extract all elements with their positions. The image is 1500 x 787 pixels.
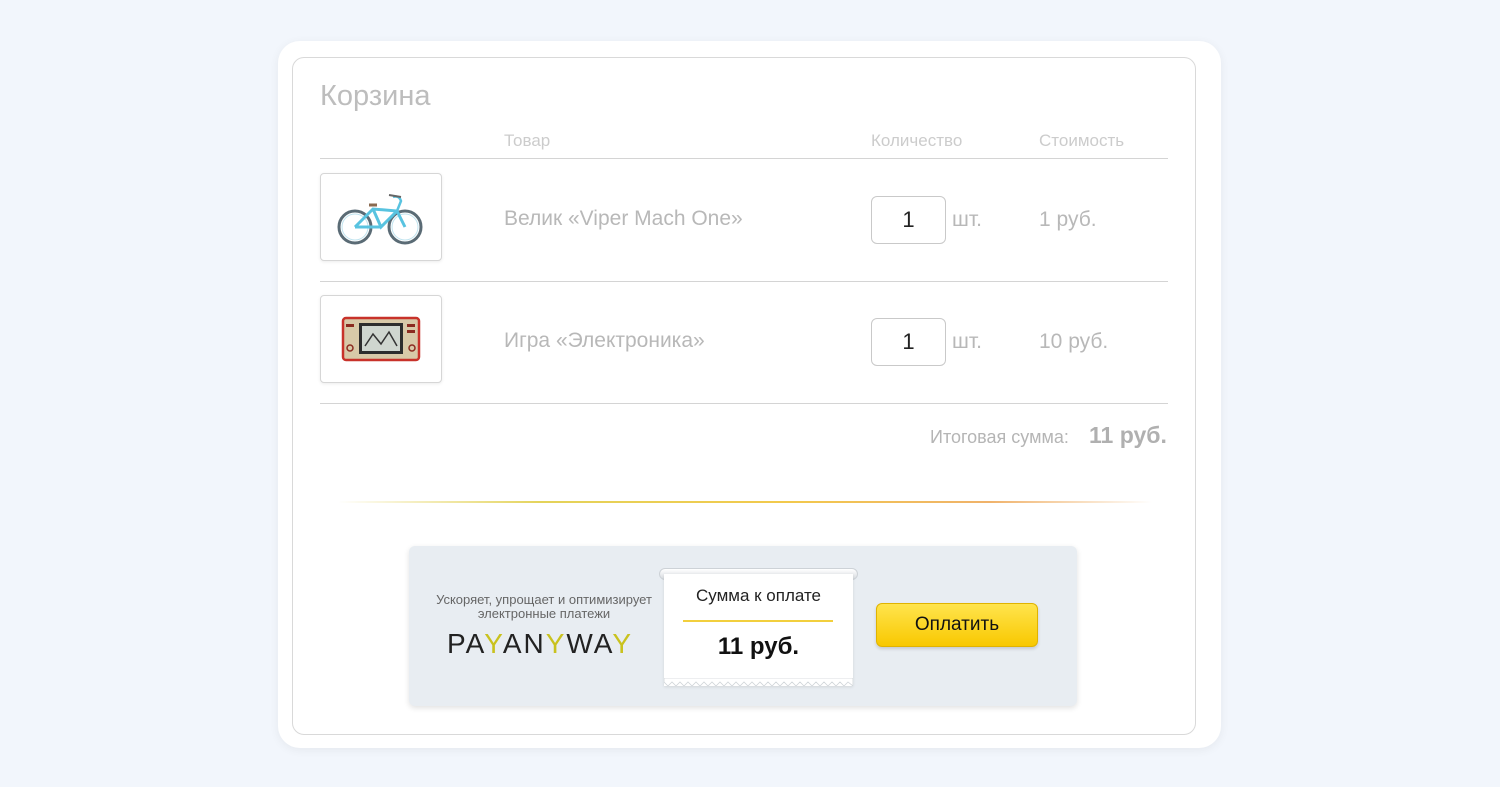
- quantity-unit: шт.: [952, 208, 982, 231]
- item-name[interactable]: Игра «Электроника»: [504, 329, 705, 353]
- cart-title: Корзина: [320, 80, 431, 112]
- quantity-input[interactable]: [871, 196, 946, 244]
- header-divider: [320, 158, 1168, 159]
- receipt-torn-edge: [664, 678, 853, 686]
- gradient-divider: [338, 501, 1152, 503]
- payment-tagline: Ускоряет, упрощает и оптимизирует электр…: [436, 592, 652, 621]
- product-thumbnail[interactable]: [320, 295, 442, 383]
- item-price: 1 руб.: [1039, 208, 1097, 231]
- total-value: 11 руб.: [1089, 422, 1167, 448]
- handheld-game-icon: [341, 316, 421, 362]
- item-name[interactable]: Велик «Viper Mach One»: [504, 207, 743, 231]
- bicycle-icon: [337, 194, 423, 245]
- row-divider: [320, 403, 1168, 404]
- payanyway-logo: PAYANYWAY: [447, 628, 634, 659]
- row-divider: [320, 281, 1168, 282]
- column-header-quantity: Количество: [871, 131, 963, 150]
- total-label: Итоговая сумма:: [930, 427, 1069, 447]
- quantity-input[interactable]: [871, 318, 946, 366]
- pay-button[interactable]: Оплатить: [876, 603, 1038, 647]
- receipt-amount: 11 руб.: [717, 633, 800, 660]
- quantity-unit: шт.: [952, 330, 982, 353]
- receipt-separator: [683, 620, 833, 622]
- column-header-cost: Стоимость: [1039, 131, 1125, 150]
- product-thumbnail[interactable]: [320, 173, 442, 261]
- column-header-product: Товар: [504, 131, 551, 150]
- item-price: 10 руб.: [1039, 330, 1109, 353]
- receipt-label: Сумма к оплате: [695, 586, 821, 605]
